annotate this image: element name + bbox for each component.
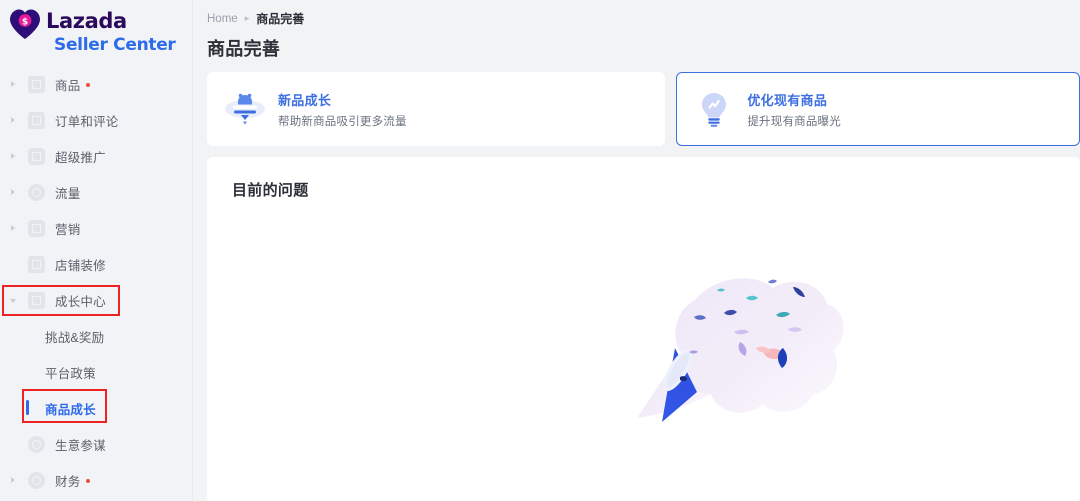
card-title: 新品成长 — [278, 92, 332, 108]
page-title: 商品完善 — [207, 39, 281, 59]
traffic-icon — [28, 183, 45, 201]
sidebar-subitem-platform-policy[interactable]: 平台政策 — [0, 354, 192, 390]
chevron-right-icon[interactable] — [8, 78, 20, 90]
panel-title: 目前的问题 — [232, 182, 309, 199]
sidebar-item-label: 营销 — [55, 222, 81, 237]
app-root: $ Lazada Seller Center 商品 订单和评论 超级推广 流量 … — [0, 0, 1080, 501]
brand-name: Lazada — [46, 9, 127, 33]
svg-text:$: $ — [22, 17, 28, 27]
sidebar-item-label: 订单和评论 — [55, 114, 119, 129]
breadcrumb: Home ▸ 商品完善 — [193, 0, 1080, 27]
lazada-heart-logo-icon: $ — [8, 8, 42, 40]
card-new-product-growth[interactable]: 新品成长 帮助新商品吸引更多流量 — [207, 72, 666, 146]
current-issues-panel: 目前的问题 — [207, 157, 1080, 501]
no-chevron-icon — [8, 438, 20, 450]
brand-logo[interactable]: $ Lazada Seller Center — [0, 0, 192, 62]
product-icon — [28, 75, 45, 93]
no-chevron-icon — [8, 258, 20, 270]
marketing-gear-icon — [28, 219, 45, 237]
sidebar-item-traffic[interactable]: 流量 — [0, 174, 192, 210]
card-optimize-existing-product[interactable]: 优化现有商品 提升现有商品曝光 — [676, 72, 1080, 146]
card-text: 新品成长 帮助新商品吸引更多流量 — [278, 90, 407, 129]
sidebar-item-label: 财务 — [55, 474, 81, 489]
growth-center-icon — [28, 291, 45, 309]
main-content: Home ▸ 商品完善 商品完善 新品成长 帮助新商品吸引更多流量 优化现有商品… — [193, 0, 1080, 501]
confetti-party-popper-illustration-icon — [577, 252, 867, 462]
chevron-right-icon[interactable] — [8, 150, 20, 162]
lightbulb-icon — [693, 88, 735, 130]
chevron-down-icon[interactable] — [8, 294, 20, 306]
new-product-growth-icon — [224, 88, 266, 130]
card-subtitle: 提升现有商品曝光 — [747, 115, 841, 128]
chevron-right-icon[interactable] — [8, 186, 20, 198]
sidebar-subitem-label: 平台政策 — [45, 366, 96, 381]
sidebar-item-business-advisor[interactable]: 生意参谋 — [0, 426, 192, 462]
sidebar-item-growth-center[interactable]: 成长中心 — [0, 282, 192, 318]
breadcrumb-home-link[interactable]: Home — [207, 13, 238, 25]
card-subtitle: 帮助新商品吸引更多流量 — [278, 115, 407, 128]
chevron-right-icon[interactable] — [8, 114, 20, 126]
sidebar-nav: 商品 订单和评论 超级推广 流量 营销 店铺装修 成长中心 挑战&奖励 平台政策… — [0, 62, 192, 498]
orders-reviews-icon — [28, 111, 45, 129]
card-title: 优化现有商品 — [747, 92, 828, 108]
card-tabs: 新品成长 帮助新商品吸引更多流量 优化现有商品 提升现有商品曝光 — [193, 61, 1080, 146]
sidebar-item-finance[interactable]: 财务 — [0, 462, 192, 498]
badge-dot — [86, 82, 91, 87]
sidebar-item-label: 店铺装修 — [55, 258, 106, 273]
sidebar-subitem-product-growth[interactable]: 商品成长 — [0, 390, 192, 426]
sidebar-item-label: 生意参谋 — [55, 438, 106, 453]
sidebar-item-label: 成长中心 — [55, 294, 106, 309]
chevron-right-icon[interactable] — [8, 474, 20, 486]
sidebar-item-shop-decoration[interactable]: 店铺装修 — [0, 246, 192, 282]
business-advisor-icon — [28, 435, 45, 453]
sidebar-item-label: 流量 — [55, 186, 81, 201]
brand-subtitle: Seller Center — [54, 35, 176, 55]
breadcrumb-separator-icon: ▸ — [244, 13, 250, 23]
badge-dot — [86, 478, 91, 483]
sidebar-subitem-label: 商品成长 — [45, 402, 96, 417]
sidebar-item-marketing[interactable]: 营销 — [0, 210, 192, 246]
active-indicator-bar — [26, 400, 29, 415]
sidebar-item-products[interactable]: 商品 — [0, 66, 192, 102]
sidebar-item-label: 商品 — [55, 78, 81, 93]
sidebar: $ Lazada Seller Center 商品 订单和评论 超级推广 流量 … — [0, 0, 193, 501]
sidebar-subitem-challenges-rewards[interactable]: 挑战&奖励 — [0, 318, 192, 354]
sidebar-item-orders-reviews[interactable]: 订单和评论 — [0, 102, 192, 138]
sidebar-item-super-promotion[interactable]: 超级推广 — [0, 138, 192, 174]
super-promotion-icon — [28, 147, 45, 165]
shop-decoration-icon — [28, 255, 45, 273]
chevron-right-icon[interactable] — [8, 222, 20, 234]
sidebar-subitem-label: 挑战&奖励 — [45, 330, 105, 345]
sidebar-item-label: 超级推广 — [55, 150, 106, 165]
card-text: 优化现有商品 提升现有商品曝光 — [747, 90, 841, 129]
finance-icon — [28, 471, 45, 489]
breadcrumb-current: 商品完善 — [256, 12, 305, 26]
